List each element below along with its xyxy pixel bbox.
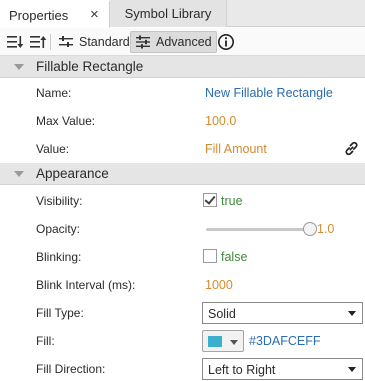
property-row-fill-direction: Fill Direction: Left to Right (0, 355, 365, 381)
section-title: Fillable Rectangle (36, 59, 144, 74)
sort-down-icon[interactable] (6, 33, 24, 51)
property-label: Blink Interval (ms): (36, 278, 136, 292)
fill-type-selected: Solid (208, 307, 236, 321)
property-row-visibility: Visibility: true (0, 187, 365, 215)
visibility-value: true (221, 194, 243, 208)
max-value-value[interactable]: 100.0 (205, 114, 236, 128)
blinking-value: false (221, 250, 248, 264)
fill-direction-dropdown[interactable]: Left to Right (202, 358, 363, 380)
opacity-value: 1.0 (317, 222, 335, 236)
property-row-fill: Fill: #3DAFCEFF (0, 327, 365, 355)
dropdown-arrow-icon (348, 311, 356, 316)
property-label: Fill Direction: (36, 362, 106, 376)
section-fillable-rectangle[interactable]: Fillable Rectangle (0, 56, 365, 78)
fill-type-dropdown[interactable]: Solid (202, 302, 363, 324)
property-row-opacity: Opacity: 1.0 (0, 215, 365, 243)
property-label: Blinking: (36, 250, 82, 264)
advanced-sliders-icon (136, 35, 150, 49)
property-label: Fill Type: (36, 306, 84, 320)
property-label: Value: (36, 142, 70, 156)
property-row-fill-type: Fill Type: Solid (0, 299, 365, 327)
fill-direction-selected: Left to Right (208, 363, 276, 377)
info-icon[interactable] (217, 33, 235, 51)
standard-label: Standard (79, 35, 130, 49)
close-icon[interactable]: × (90, 6, 99, 24)
opacity-slider-handle[interactable] (303, 222, 317, 236)
color-swatch (208, 336, 222, 347)
name-value[interactable]: New Fillable Rectangle (205, 86, 333, 100)
dropdown-arrow-icon (348, 367, 356, 372)
dropdown-arrow-icon (230, 340, 238, 345)
chevron-down-icon[interactable] (14, 171, 24, 177)
tab-symbol-library-label: Symbol Library (124, 6, 212, 21)
opacity-slider-track[interactable] (206, 228, 310, 231)
property-label: Max Value: (36, 114, 96, 128)
fill-color-picker-button[interactable] (202, 330, 244, 352)
tab-bar: Properties × Symbol Library (0, 0, 365, 28)
property-label: Fill: (36, 334, 55, 348)
property-toolbar: Standard Advanced (0, 28, 365, 56)
toolbar-divider (50, 34, 51, 50)
value-value[interactable]: Fill Amount (205, 142, 267, 156)
standard-sliders-icon (59, 36, 73, 47)
standard-view-button[interactable]: Standard (54, 31, 134, 53)
property-label: Name: (36, 86, 72, 100)
link-icon[interactable] (343, 140, 360, 157)
property-row-blinking: Blinking: false (0, 243, 365, 271)
property-label: Visibility: (36, 194, 83, 208)
property-row-value: Value: Fill Amount (0, 135, 365, 163)
advanced-view-button[interactable]: Advanced (130, 31, 217, 53)
sort-alt-icon[interactable] (29, 33, 47, 51)
tab-properties[interactable]: Properties × (0, 0, 110, 28)
visibility-checkbox[interactable] (203, 193, 217, 207)
property-row-max-value: Max Value: 100.0 (0, 107, 365, 135)
fill-color-value[interactable]: #3DAFCEFF (249, 334, 321, 348)
property-row-blink-interval: Blink Interval (ms): 1000 (0, 271, 365, 299)
section-title: Appearance (36, 166, 109, 181)
property-row-name: Name: New Fillable Rectangle (0, 79, 365, 107)
advanced-label: Advanced (156, 35, 212, 49)
section-appearance[interactable]: Appearance (0, 163, 365, 185)
tab-symbol-library[interactable]: Symbol Library (110, 0, 227, 27)
property-label: Opacity: (36, 222, 81, 236)
tab-properties-label: Properties (9, 7, 69, 23)
blink-interval-value[interactable]: 1000 (205, 278, 233, 292)
chevron-down-icon[interactable] (14, 64, 24, 70)
blinking-checkbox[interactable] (203, 249, 217, 263)
